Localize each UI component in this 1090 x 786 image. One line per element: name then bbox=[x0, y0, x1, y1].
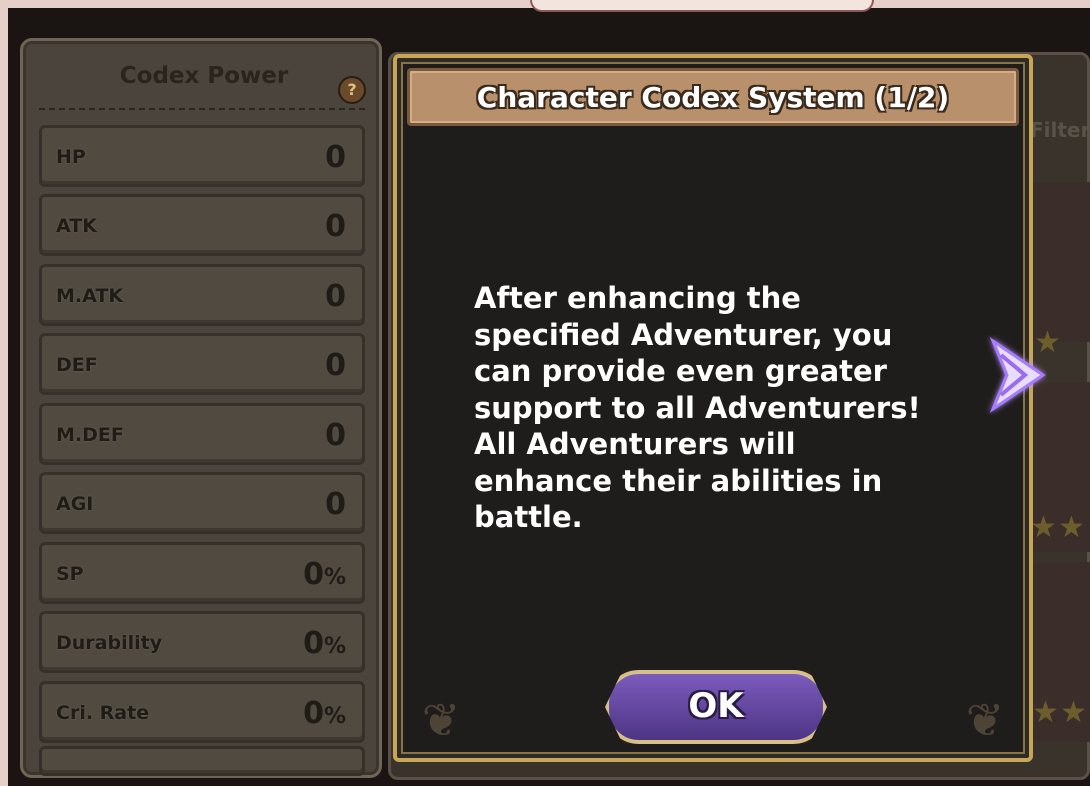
codex-info-dialog: Character Codex System (1/2) After enhan… bbox=[393, 54, 1033, 762]
stat-row-agi: AGI 0 bbox=[39, 472, 365, 534]
filter-button[interactable]: Filter bbox=[1030, 118, 1090, 142]
stat-value: 0 bbox=[325, 279, 346, 314]
message-line: support to all Adventurers! bbox=[474, 390, 921, 425]
stat-row-matk: M.ATK 0 bbox=[39, 264, 365, 326]
stat-label: Cri. Rate bbox=[56, 702, 150, 724]
character-portrait bbox=[1030, 182, 1090, 342]
message-line: After enhancing the bbox=[474, 281, 801, 315]
stat-row-sp: SP 0% bbox=[39, 542, 365, 604]
corner-ornament-icon: ❦ bbox=[965, 693, 1005, 747]
stat-row-hp: HP 0 bbox=[39, 125, 365, 187]
stat-value: 0 bbox=[325, 348, 346, 383]
dialog-title: Character Codex System (1/2) bbox=[476, 81, 950, 114]
divider bbox=[39, 108, 365, 110]
left-frame bbox=[0, 0, 8, 786]
question-icon[interactable]: ? bbox=[338, 76, 366, 104]
stat-value: 0 bbox=[325, 209, 346, 244]
stat-value: 0% bbox=[303, 557, 346, 592]
stat-label: ATK bbox=[56, 215, 97, 237]
next-arrow-icon[interactable] bbox=[985, 335, 1047, 415]
star-icon: ★ bbox=[1060, 695, 1087, 730]
stat-value: 0 bbox=[325, 140, 346, 175]
message-line: specified Adventurer, you bbox=[474, 317, 893, 352]
top-ornament bbox=[530, 0, 874, 12]
corner-ornament-icon: ❦ bbox=[421, 693, 461, 747]
stat-label: M.DEF bbox=[56, 424, 124, 446]
stat-row-atk: ATK 0 bbox=[39, 194, 365, 256]
stat-row-crit-rate: Cri. Rate 0% bbox=[39, 681, 365, 743]
codex-power-title: Codex Power bbox=[119, 63, 289, 89]
message-line: All Adventurers will bbox=[474, 427, 796, 461]
stat-label: Durability bbox=[56, 632, 163, 654]
stat-row-durability: Durability 0% bbox=[39, 611, 365, 673]
star-icon: ★ bbox=[1058, 510, 1085, 545]
stat-row-mdef: M.DEF 0 bbox=[39, 403, 365, 465]
stat-value: 0% bbox=[303, 696, 346, 731]
message-line: can provide even greater bbox=[474, 354, 887, 388]
ok-button[interactable]: OK bbox=[605, 670, 827, 744]
stat-value: 0 bbox=[325, 418, 346, 453]
stat-value: 0 bbox=[325, 487, 346, 522]
stat-label: SP bbox=[56, 563, 84, 585]
message-line: enhance their abilities in bbox=[474, 463, 883, 498]
dialog-header: Character Codex System (1/2) bbox=[407, 68, 1019, 126]
stat-row-def: DEF 0 bbox=[39, 333, 365, 395]
stat-label: HP bbox=[56, 146, 86, 168]
stat-value: 0% bbox=[303, 626, 346, 661]
stat-label: M.ATK bbox=[56, 285, 124, 307]
ok-button-label: OK bbox=[688, 686, 744, 726]
stat-label: DEF bbox=[56, 354, 98, 376]
stat-label: AGI bbox=[56, 493, 94, 515]
star-icon: ★ bbox=[1032, 695, 1059, 730]
codex-power-panel: Codex Power ? HP 0 ATK 0 M.ATK 0 DEF 0 M… bbox=[20, 38, 382, 778]
message-line: battle. bbox=[474, 500, 583, 534]
star-icon: ★ bbox=[1030, 510, 1057, 545]
dialog-message: After enhancing the specified Adventurer… bbox=[474, 280, 954, 536]
stat-row-partial bbox=[39, 746, 365, 776]
